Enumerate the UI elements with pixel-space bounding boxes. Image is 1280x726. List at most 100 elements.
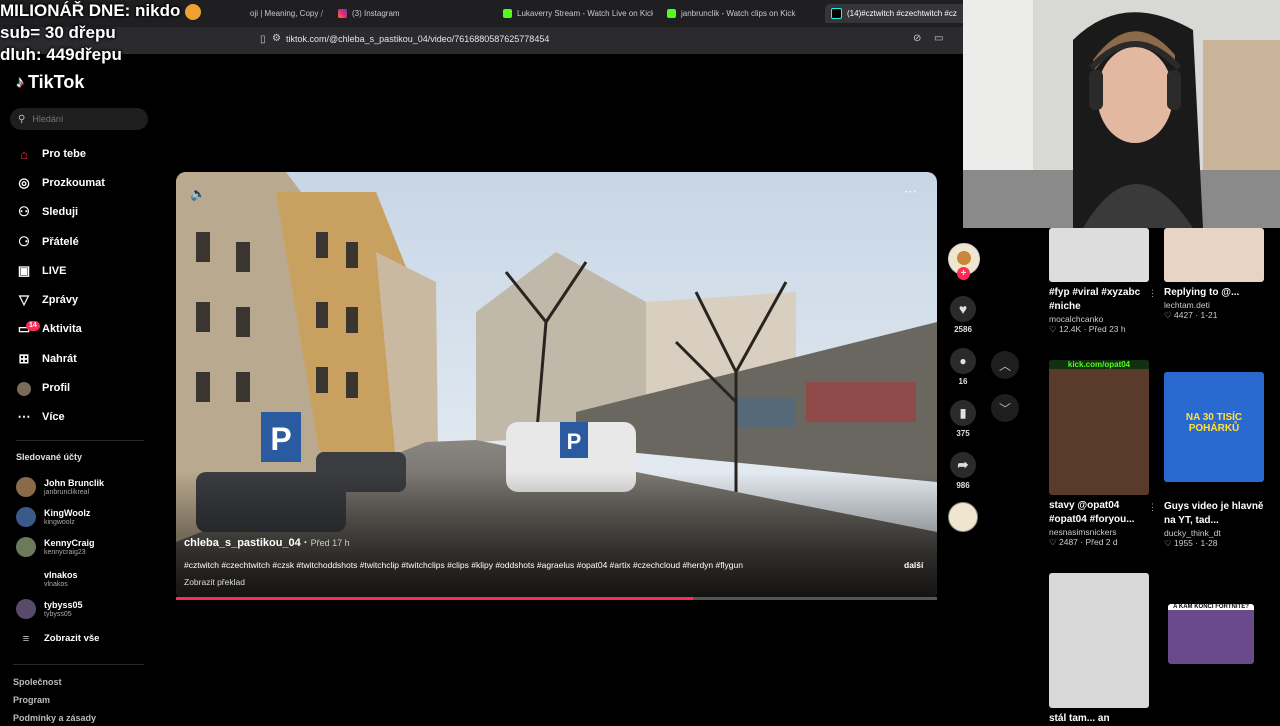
comment-icon: ● [950,348,976,374]
more-options-icon[interactable]: ⋯ [904,184,917,200]
more-options-icon[interactable]: ⋮ [1148,288,1157,299]
nav-friends[interactable]: ⚆ Přátelé [16,231,79,253]
recommended-video-card[interactable]: NA 30 TISÍC POHÁRKŮ Guys video je hlavně… [1164,372,1272,549]
recommended-video-card[interactable]: #fyp #viral #xyzabc #niche mocalchcanko … [1049,228,1157,335]
recommended-video-card[interactable]: A KAM KONČÍ FORTNITE? [1168,604,1276,664]
chevron-down-icon: ﹀ [998,401,1011,416]
search-input[interactable] [30,113,135,125]
footer-terms[interactable]: Podmínky a zásady [13,713,96,723]
webcam-image [963,0,1280,228]
video-author[interactable]: chleba_s_pastikou_04 · Před 17 h [184,537,350,549]
list-icon: ≡ [22,633,30,645]
bookmark-icon: ▮ [950,400,976,426]
nav-more[interactable]: ⋯ Více [16,406,65,428]
nav-for-you[interactable]: ⌂ Pro tebe [16,143,86,165]
bookmark-icon[interactable]: ▯ [260,34,266,45]
overlay-line-3: dluh: 449dřepu [0,45,122,64]
nav-activity[interactable]: ▭ 14 Aktivita [16,318,82,340]
nav-upload[interactable]: ⊞ Nahrát [16,348,77,370]
footer-program[interactable]: Program [13,695,50,705]
kick-icon [503,9,512,18]
screen-icon[interactable]: ▭ [934,33,943,44]
comment-button[interactable]: ● 16 [948,348,978,386]
home-icon: ⌂ [20,146,28,162]
no-tracking-icon[interactable]: ⊘ [913,33,921,44]
account-item-john-brunclik[interactable]: John Brunclik janbrunclikreal [16,477,104,497]
video-thumbnail: A KAM KONČÍ FORTNITE? [1168,604,1254,664]
share-icon: ➦ [950,452,976,478]
url-text[interactable]: tiktok.com/@chleba_s_pastikou_04/video/7… [286,34,549,44]
sound-button[interactable] [948,502,978,532]
search-box[interactable]: ⚲ [10,108,148,130]
tiktok-note-icon: ♪ [16,73,24,91]
activity-icon: ▭ 14 [16,321,40,337]
thumbnail-text: NA 30 TISÍC POHÁRKŮ [1185,412,1243,434]
account-item-tybyss05[interactable]: tybyss05 tybyss05 [16,599,83,619]
divider [13,664,144,665]
browser-tab-tiktok-active[interactable]: (14)#cztwitch #czechtwitch #cz [825,4,969,23]
overlay-line-1: MILIONÁŘ DNE: nikdo [0,0,202,22]
recommended-video-card[interactable]: kick.com/opat04 stavy @opat04 #opat04 #f… [1049,360,1157,548]
avatar [16,507,36,527]
nav-explore[interactable]: ◎ Prozkoumat [16,172,105,194]
like-count: 2586 [954,325,972,334]
volume-icon[interactable]: 🔈 [190,186,206,202]
account-item-kennycraig[interactable]: KennyCraig kennycraig23 [16,537,95,557]
browser-tab-kick-2[interactable]: janbrunclik - Watch clips on Kick [667,4,802,23]
tiktok-logo[interactable]: ♪ TikTok [16,72,84,93]
stream-overlay: MILIONÁŘ DNE: nikdo sub= 30 dřepu dluh: … [0,0,202,66]
video-caption: #cztwitch #czechtwitch #czsk #twitchodds… [184,560,743,570]
avatar [16,599,36,619]
save-count: 375 [956,429,970,438]
following-accounts-title: Sledované účty [16,452,83,462]
caption-more-link[interactable]: další [904,560,923,570]
video-thumbnail [1049,573,1149,708]
browser-tab-instagram[interactable]: (3) Instagram [338,4,400,23]
video-posted-time: Před 17 h [310,538,350,548]
upload-icon: ⊞ [18,351,30,366]
emoji-icon [185,3,202,20]
video-progress-fill [176,597,694,600]
browser-tab-kick-1[interactable]: Lukaverry Stream - Watch Live on Kick [503,4,653,23]
browser-tab-1[interactable]: oji | Meaning, Copy ⧸ [250,4,323,23]
heart-icon: ♥ [950,296,976,322]
recommended-video-card[interactable]: Replying to @... lechtam.deti ♡ 4427 · 1… [1164,228,1272,321]
thumbnail-text: kick.com/opat04 [1049,360,1149,369]
account-item-vlnakos[interactable]: vlnakos vlnakos [16,569,78,589]
nav-live[interactable]: ▣ LIVE [16,260,67,282]
avatar [16,477,36,497]
video-thumbnail [1049,228,1149,282]
save-button[interactable]: ▮ 375 [948,400,978,438]
activity-badge: 14 [26,321,40,331]
show-all-accounts[interactable]: ≡ Zobrazit vše [16,633,100,645]
divider [16,440,144,441]
like-button[interactable]: ♥ 2586 [948,296,978,334]
site-settings-icon[interactable]: ⚙ [272,33,281,44]
avatar [16,569,36,589]
chevron-up-icon: ︿ [998,358,1011,373]
following-icon: ⚇ [18,204,30,219]
share-button[interactable]: ➦ 986 [948,452,978,490]
video-stats: ♡ 4427 · 1-21 [1164,310,1218,320]
nav-profile[interactable]: Profil [16,377,70,399]
live-icon: ▣ [17,263,31,278]
nav-messages[interactable]: ▽ Zprávy [16,289,78,311]
next-video-button[interactable]: ﹀ [991,394,1019,422]
account-item-kingwoolz[interactable]: KingWoolz kingwoolz [16,507,90,527]
video-player[interactable]: P P 🔈 ⋯ [176,172,937,600]
video-thumbnail: kick.com/opat04 [1049,360,1149,495]
search-icon: ⚲ [18,113,26,125]
creator-avatar-button[interactable]: + [948,243,980,280]
more-icon: ⋯ [17,409,31,424]
follow-plus-icon[interactable]: + [957,267,970,280]
show-translation-link[interactable]: Zobrazit překlad [184,577,245,587]
previous-video-button[interactable]: ︿ [991,351,1019,379]
tiktok-icon [831,8,842,19]
streamer-webcam [963,0,1280,228]
footer-company[interactable]: Společnost [13,677,62,687]
share-count: 986 [956,481,970,490]
overlay-line-2: sub= 30 dřepu [0,23,116,42]
more-options-icon[interactable]: ⋮ [1148,502,1157,513]
nav-following[interactable]: ⚇ Sleduji [16,201,78,223]
recommended-video-card[interactable]: stál tam... an [1049,573,1157,726]
